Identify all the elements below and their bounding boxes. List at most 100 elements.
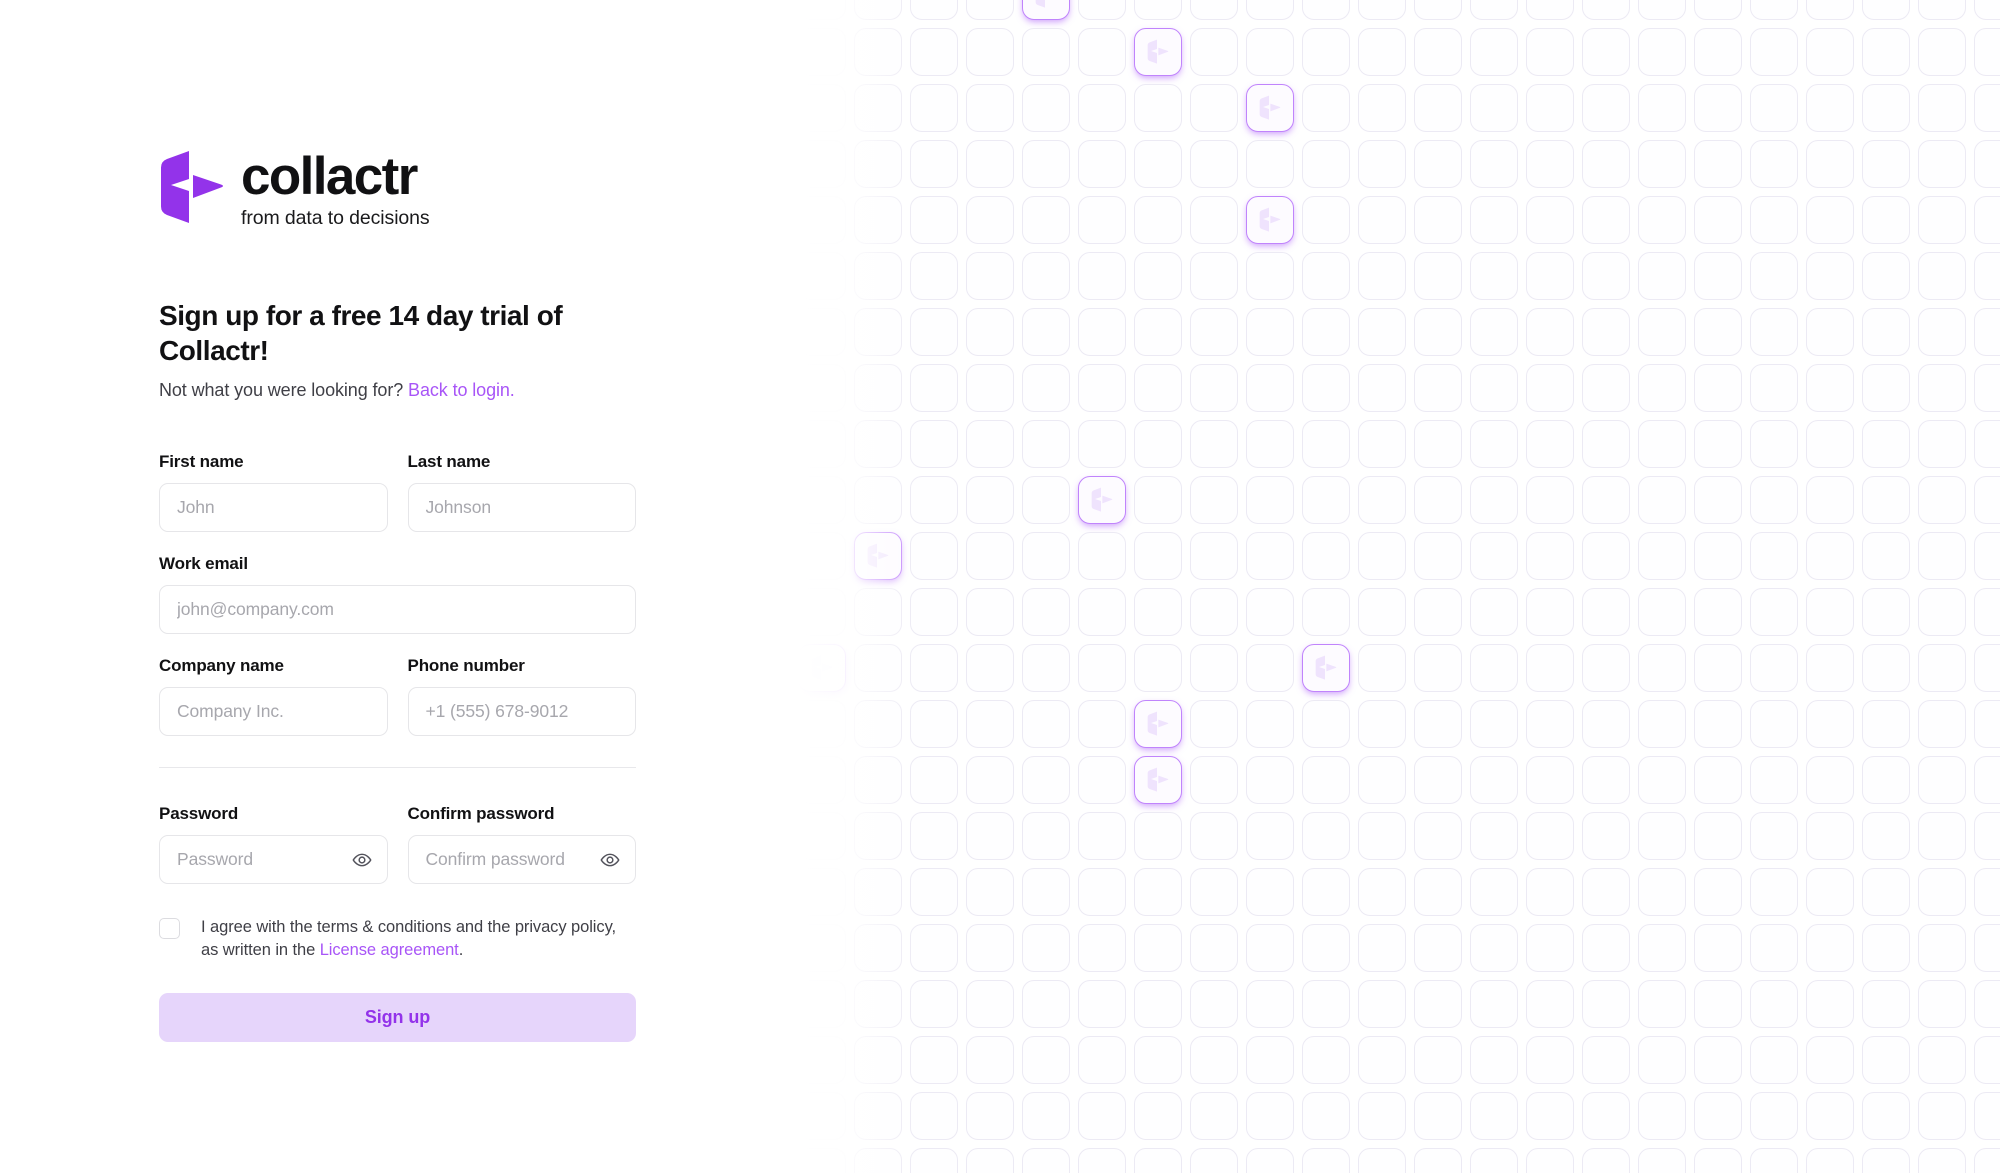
pattern-cell bbox=[1134, 1092, 1182, 1140]
pattern-cell bbox=[1358, 84, 1406, 132]
pattern-cell bbox=[1918, 0, 1966, 20]
pattern-cell bbox=[1022, 700, 1070, 748]
pattern-cell bbox=[798, 140, 846, 188]
page-title: Sign up for a free 14 day trial of Colla… bbox=[159, 300, 563, 366]
password-visibility-toggle[interactable] bbox=[350, 848, 374, 872]
pattern-cell bbox=[854, 252, 902, 300]
pattern-cell bbox=[1918, 308, 1966, 356]
terms-checkbox[interactable] bbox=[159, 918, 180, 939]
pattern-cell bbox=[1470, 924, 1518, 972]
pattern-cell bbox=[1862, 812, 1910, 860]
pattern-cell bbox=[1638, 28, 1686, 76]
pattern-cell bbox=[1806, 1148, 1854, 1173]
pattern-cell bbox=[966, 84, 1014, 132]
pattern-cell bbox=[1750, 924, 1798, 972]
pattern-cell bbox=[1750, 0, 1798, 20]
collactr-chevron-arrow-logo-icon bbox=[1035, 0, 1045, 8]
company-name-input[interactable] bbox=[160, 688, 387, 735]
first-name-input[interactable] bbox=[160, 484, 387, 531]
pattern-cell bbox=[1246, 252, 1294, 300]
pattern-cell bbox=[1750, 308, 1798, 356]
pattern-cell bbox=[1526, 868, 1574, 916]
pattern-cell bbox=[1078, 28, 1126, 76]
pattern-cell bbox=[1190, 1148, 1238, 1173]
pattern-cell bbox=[1414, 364, 1462, 412]
pattern-cell bbox=[910, 476, 958, 524]
collactr-chevron-arrow-logo-icon bbox=[867, 543, 889, 568]
pattern-cell bbox=[1582, 756, 1630, 804]
pattern-cell bbox=[1470, 588, 1518, 636]
pattern-cell bbox=[1302, 140, 1350, 188]
pattern-cell bbox=[1414, 812, 1462, 860]
phone-number-input[interactable] bbox=[408, 688, 635, 735]
work-email-field: Work email bbox=[159, 554, 636, 634]
pattern-cell bbox=[854, 420, 902, 468]
pattern-cell bbox=[1470, 28, 1518, 76]
pattern-cell bbox=[1918, 1092, 1966, 1140]
pattern-cell bbox=[966, 140, 1014, 188]
pattern-cell bbox=[1078, 980, 1126, 1028]
pattern-cell bbox=[966, 532, 1014, 580]
first-name-input-shell[interactable] bbox=[159, 483, 388, 532]
pattern-cell bbox=[1190, 1092, 1238, 1140]
pattern-cell bbox=[1694, 364, 1742, 412]
pattern-cell bbox=[798, 364, 846, 412]
pattern-cell bbox=[1358, 812, 1406, 860]
work-email-input-shell[interactable] bbox=[159, 585, 636, 634]
pattern-cell bbox=[1974, 1036, 2000, 1084]
pattern-cell bbox=[910, 812, 958, 860]
pattern-cell bbox=[910, 700, 958, 748]
pattern-cell bbox=[1750, 868, 1798, 916]
pattern-cell bbox=[1918, 980, 1966, 1028]
last-name-input-shell[interactable] bbox=[407, 483, 636, 532]
phone-number-input-shell[interactable] bbox=[407, 687, 636, 736]
work-email-input[interactable] bbox=[160, 586, 635, 633]
pattern-cell bbox=[1862, 252, 1910, 300]
pattern-cell bbox=[1974, 84, 2000, 132]
confirm-password-input-shell[interactable] bbox=[407, 835, 636, 884]
pattern-cell bbox=[1526, 588, 1574, 636]
pattern-cell bbox=[910, 84, 958, 132]
pattern-cell bbox=[1582, 868, 1630, 916]
signup-page: collactr from data to decisions Sign up … bbox=[0, 0, 2000, 1173]
pattern-cell bbox=[1750, 1092, 1798, 1140]
pattern-cell bbox=[1526, 420, 1574, 468]
password-input-shell[interactable] bbox=[159, 835, 388, 884]
pattern-cell bbox=[1078, 252, 1126, 300]
signup-button[interactable]: Sign up bbox=[159, 992, 636, 1042]
pattern-cell bbox=[1862, 420, 1910, 468]
pattern-cell bbox=[910, 1092, 958, 1140]
pattern-cell bbox=[1470, 0, 1518, 20]
pattern-cell bbox=[1974, 700, 2000, 748]
confirm-password-visibility-toggle[interactable] bbox=[598, 848, 622, 872]
pattern-cell bbox=[1022, 196, 1070, 244]
pattern-cell bbox=[798, 812, 846, 860]
pattern-cell bbox=[1470, 644, 1518, 692]
license-agreement-link[interactable]: License agreement bbox=[320, 941, 459, 959]
pattern-cell bbox=[1414, 84, 1462, 132]
pattern-cell bbox=[798, 700, 846, 748]
pattern-cell bbox=[1694, 140, 1742, 188]
eye-icon bbox=[352, 853, 371, 866]
work-email-label: Work email bbox=[159, 554, 248, 573]
pattern-cell bbox=[1638, 140, 1686, 188]
pattern-cell bbox=[1862, 1092, 1910, 1140]
pattern-cell bbox=[1022, 28, 1070, 76]
pattern-cell bbox=[966, 1148, 1014, 1173]
pattern-cell bbox=[1750, 588, 1798, 636]
password-field: Password bbox=[159, 804, 388, 884]
pattern-cell bbox=[1918, 644, 1966, 692]
pattern-cell bbox=[1638, 588, 1686, 636]
pattern-cell bbox=[798, 532, 846, 580]
back-to-login-link[interactable]: Back to login. bbox=[408, 380, 515, 400]
pattern-cell bbox=[1134, 1148, 1182, 1173]
last-name-input[interactable] bbox=[408, 484, 635, 531]
pattern-cell bbox=[798, 980, 846, 1028]
pattern-cell bbox=[1918, 1148, 1966, 1173]
pattern-cell bbox=[1414, 1036, 1462, 1084]
pattern-cell bbox=[854, 868, 902, 916]
pattern-cell bbox=[1190, 644, 1238, 692]
pattern-cell bbox=[1078, 1092, 1126, 1140]
phone-number-field: Phone number bbox=[407, 656, 636, 736]
company-name-input-shell[interactable] bbox=[159, 687, 388, 736]
